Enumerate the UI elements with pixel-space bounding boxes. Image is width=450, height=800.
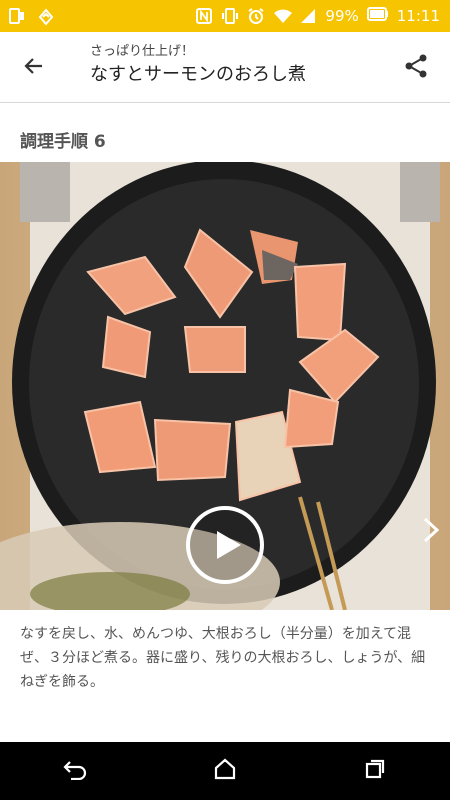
nfc-icon bbox=[195, 7, 213, 25]
back-nav-icon bbox=[62, 758, 88, 784]
app-notification-icon bbox=[36, 7, 54, 26]
system-nav-bar bbox=[0, 742, 450, 800]
chevron-right-icon bbox=[421, 516, 441, 548]
battery-percent: 99% bbox=[325, 7, 359, 25]
step-video[interactable] bbox=[0, 162, 450, 610]
vibrate-icon bbox=[221, 7, 239, 25]
phone-icon bbox=[8, 7, 26, 25]
step-heading: 調理手順 6 bbox=[20, 132, 106, 152]
nav-recents-button[interactable] bbox=[345, 751, 405, 791]
next-step-button[interactable] bbox=[418, 517, 444, 547]
battery-icon bbox=[366, 7, 389, 25]
signal-icon bbox=[299, 7, 317, 25]
nav-back-button[interactable] bbox=[45, 751, 105, 791]
recipe-subtitle: さっぱり仕上げ！ bbox=[90, 44, 195, 59]
nav-home-button[interactable] bbox=[195, 751, 255, 791]
alarm-icon bbox=[247, 7, 265, 25]
arrow-back-icon bbox=[22, 54, 46, 82]
back-button[interactable] bbox=[16, 50, 52, 86]
app-bar: さっぱり仕上げ！ なすとサーモンのおろし煮 bbox=[0, 32, 450, 103]
recipe-title: なすとサーモンのおろし煮 bbox=[90, 64, 306, 85]
title-block: さっぱり仕上げ！ なすとサーモンのおろし煮 bbox=[90, 44, 306, 86]
home-nav-icon bbox=[214, 758, 236, 784]
play-icon bbox=[185, 505, 265, 589]
share-icon bbox=[403, 53, 429, 83]
step-description: なすを戻し、水、めんつゆ、大根おろし（半分量）を加えて混ぜ、３分ほど煮る。器に盛… bbox=[20, 626, 426, 690]
status-bar: 99% 11:11 bbox=[0, 0, 450, 32]
wifi-icon bbox=[273, 7, 293, 25]
share-button[interactable] bbox=[398, 50, 434, 86]
clock: 11:11 bbox=[396, 7, 440, 25]
play-button[interactable] bbox=[185, 505, 265, 589]
recents-nav-icon bbox=[364, 758, 386, 784]
